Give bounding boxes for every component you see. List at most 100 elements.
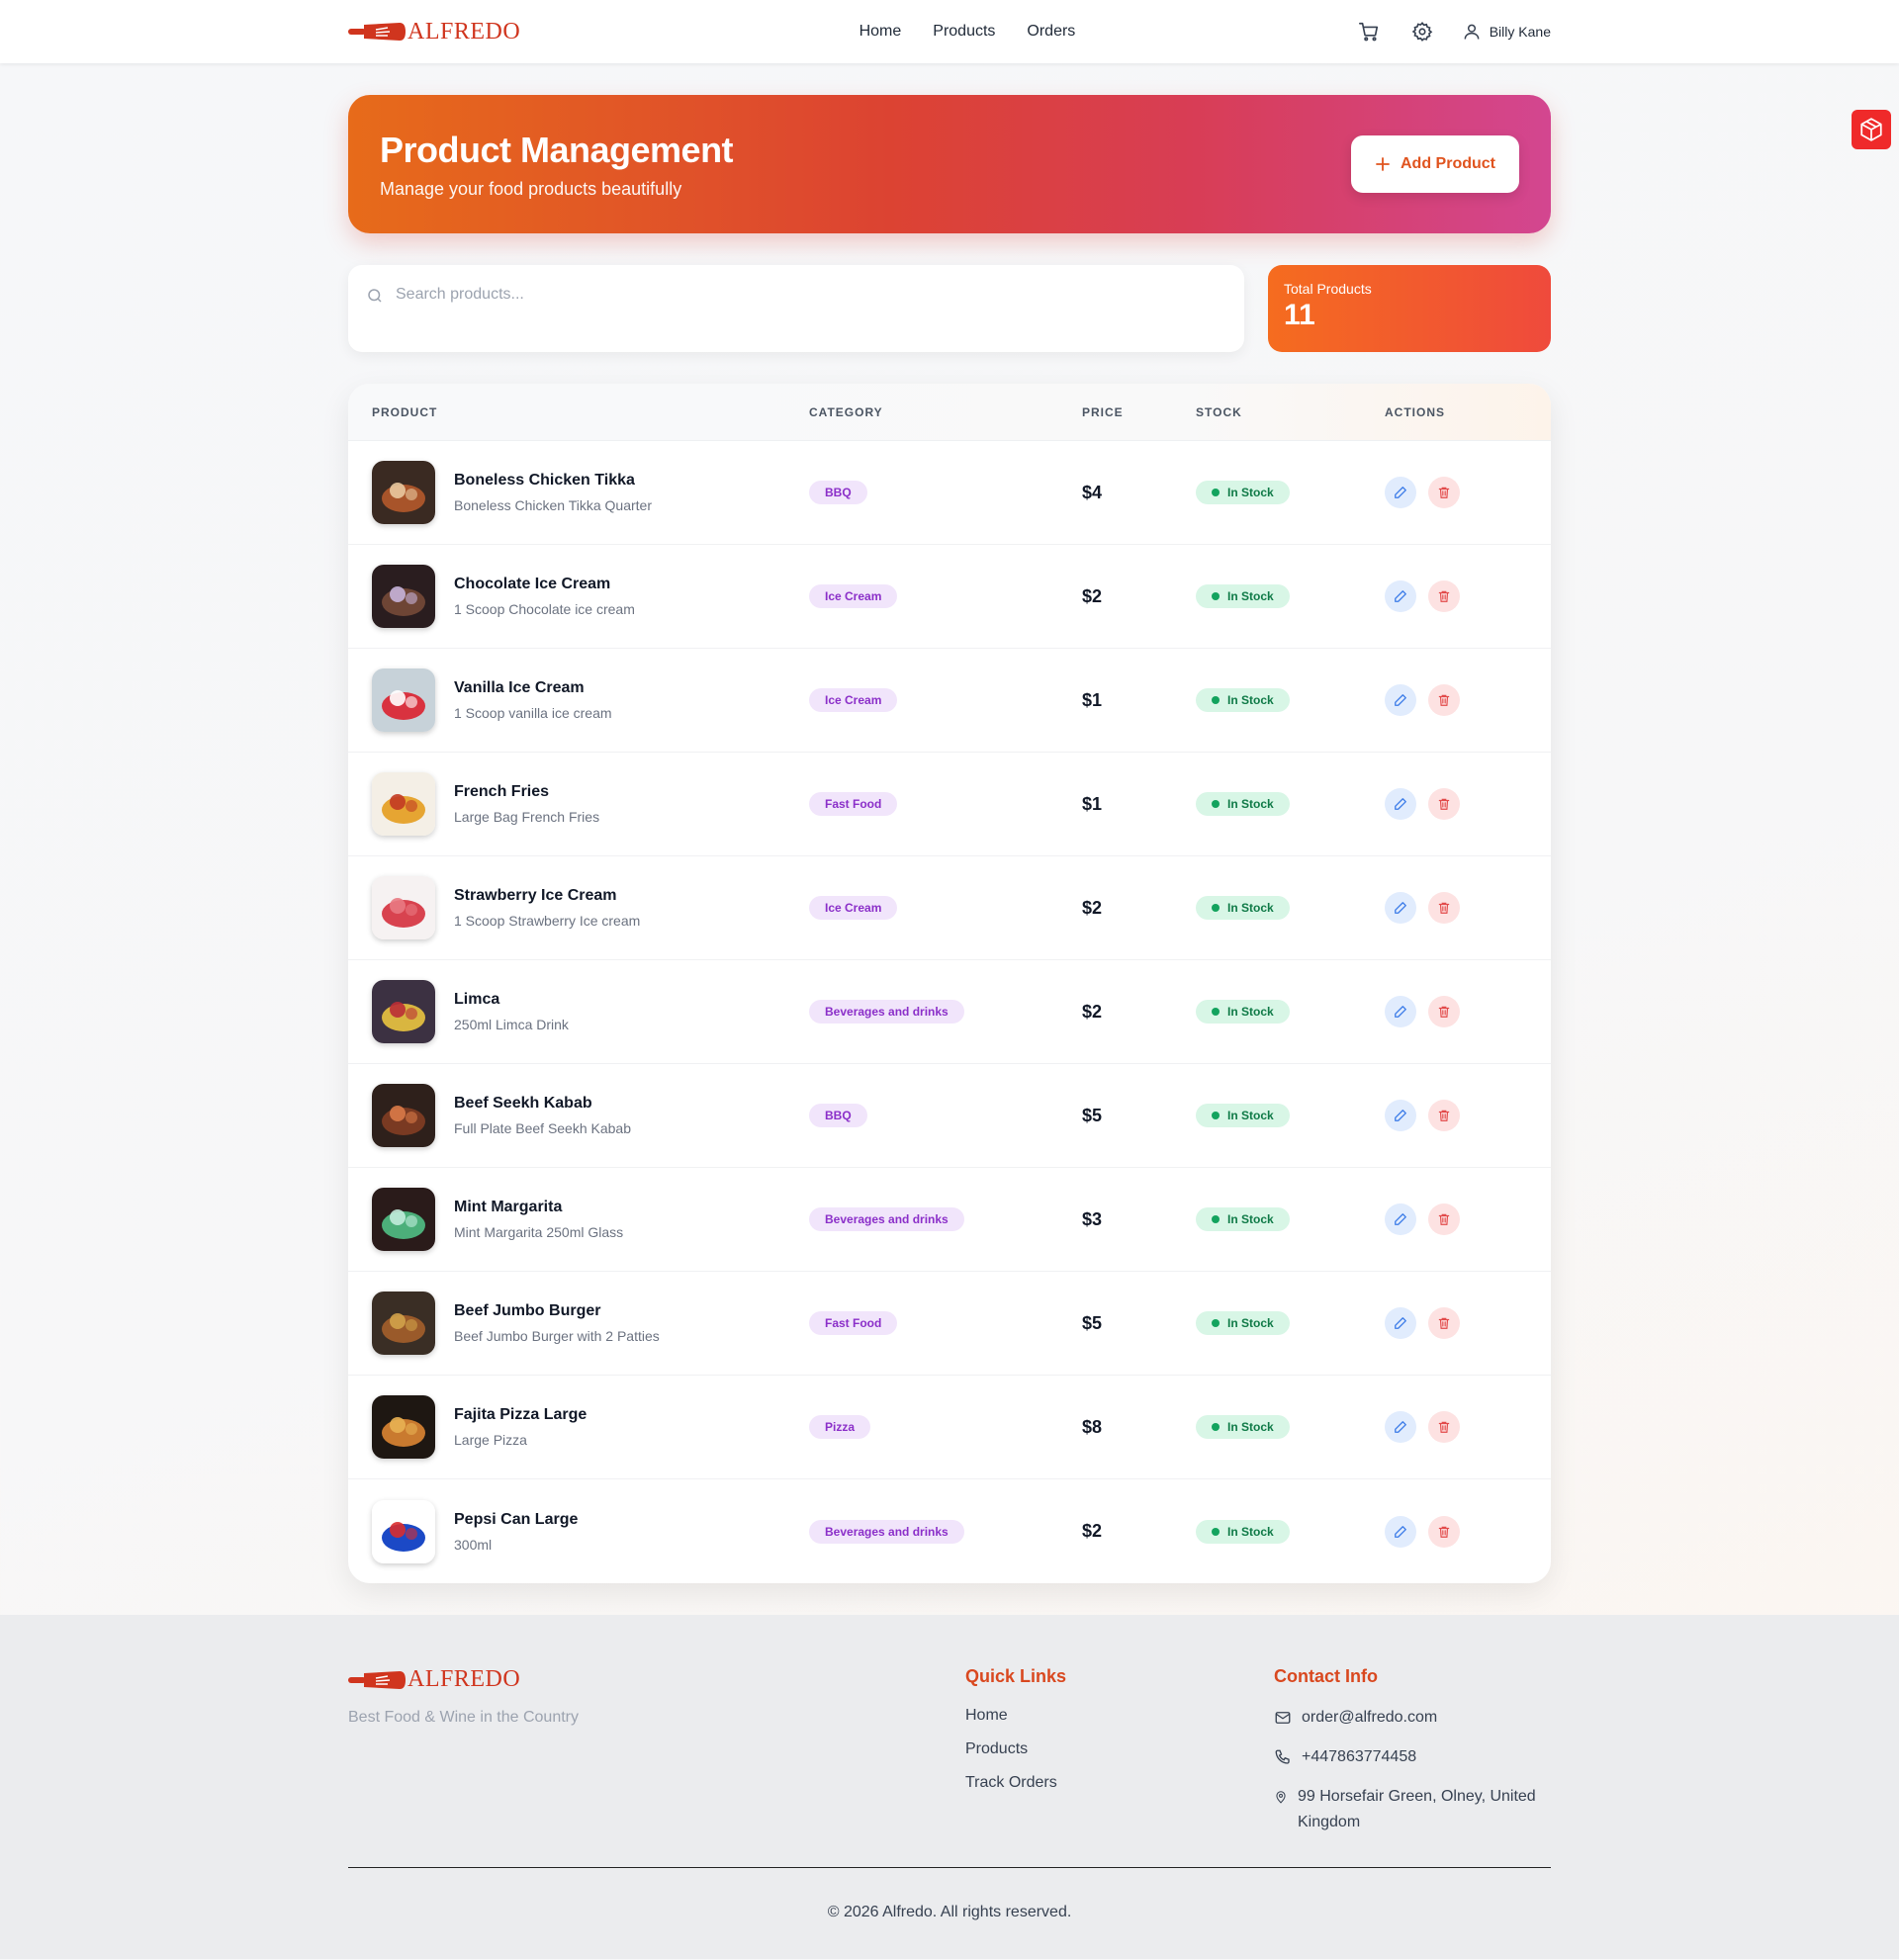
delete-button[interactable] (1428, 1515, 1460, 1548)
price-cell: $2 (1082, 898, 1196, 919)
product-thumbnail (372, 1499, 435, 1563)
product-price: $2 (1082, 1001, 1103, 1022)
brand-logo[interactable]: ALFREDO (348, 19, 520, 45)
product-price: $1 (1082, 689, 1103, 710)
contact-email[interactable]: order@alfredo.com (1274, 1705, 1551, 1731)
product-cell: Boneless Chicken Tikka Boneless Chicken … (348, 461, 809, 524)
product-thumbnail (372, 668, 435, 732)
stock-label: In Stock (1227, 1212, 1274, 1226)
product-name: Fajita Pizza Large (454, 1406, 588, 1423)
delete-button[interactable] (1428, 1307, 1460, 1339)
stock-dot (1212, 696, 1220, 704)
gear-icon[interactable] (1408, 18, 1436, 45)
stock-dot (1212, 489, 1220, 496)
delete-button[interactable] (1428, 788, 1460, 820)
delete-button[interactable] (1428, 1100, 1460, 1131)
edit-button[interactable] (1385, 1411, 1416, 1443)
search-icon (368, 289, 382, 303)
nav-products[interactable]: Products (933, 23, 995, 41)
nav-orders[interactable]: Orders (1027, 23, 1075, 41)
price-cell: $2 (1082, 1002, 1196, 1023)
table-row: Boneless Chicken Tikka Boneless Chicken … (348, 441, 1551, 545)
pencil-icon (1395, 590, 1406, 602)
footer-contact: Contact Info order@alfredo.com +44786377… (1274, 1666, 1551, 1835)
product-thumbnail (372, 1188, 435, 1251)
header-price[interactable]: PRICE (1082, 405, 1196, 419)
footer-tagline: Best Food & Wine in the Country (348, 1709, 579, 1726)
edit-button[interactable] (1385, 580, 1416, 612)
cart-icon[interactable] (1355, 18, 1383, 45)
product-description: 1 Scoop Chocolate ice cream (454, 601, 635, 617)
product-description: 300ml (454, 1536, 493, 1553)
footer-link-track-orders[interactable]: Track Orders (965, 1774, 1274, 1792)
stock-badge: In Stock (1196, 584, 1290, 608)
contact-address-text: 99 Horsefair Green, Olney, United Kingdo… (1298, 1788, 1536, 1830)
category-cell: Ice Cream (809, 584, 1082, 608)
stock-cell: In Stock (1196, 1000, 1385, 1024)
edit-button[interactable] (1385, 892, 1416, 924)
edit-button[interactable] (1385, 1203, 1416, 1235)
product-cell: Limca 250ml Limca Drink (348, 980, 809, 1043)
search-input[interactable] (396, 286, 1187, 304)
product-cell: Strawberry Ice Cream 1 Scoop Strawberry … (348, 876, 809, 939)
nav-home[interactable]: Home (859, 23, 902, 41)
footer-link-products[interactable]: Products (965, 1740, 1274, 1758)
floating-cube-button[interactable] (1852, 110, 1891, 149)
stock-label: In Stock (1227, 589, 1274, 603)
add-product-button[interactable]: Add Product (1351, 135, 1519, 193)
delete-button[interactable] (1428, 684, 1460, 716)
actions-cell (1385, 1100, 1551, 1131)
contact-email-text: order@alfredo.com (1302, 1709, 1438, 1726)
table-row: French Fries Large Bag French Fries Fast… (348, 753, 1551, 856)
user-menu[interactable]: Billy Kane (1462, 22, 1551, 42)
edit-button[interactable] (1385, 996, 1416, 1027)
footer-logo[interactable]: ALFREDO (348, 1666, 965, 1693)
product-cell: Beef Seekh Kabab Full Plate Beef Seekh K… (348, 1084, 809, 1147)
header-product[interactable]: PRODUCT (348, 405, 809, 419)
edit-button[interactable] (1385, 1307, 1416, 1339)
category-cell: Beverages and drinks (809, 1000, 1082, 1024)
price-cell: $5 (1082, 1106, 1196, 1126)
product-cell: Pepsi Can Large 300ml (348, 1499, 809, 1563)
contact-phone-text: +447863774458 (1302, 1748, 1417, 1765)
edit-button[interactable] (1385, 1515, 1416, 1548)
actions-cell (1385, 892, 1551, 924)
edit-button[interactable] (1385, 477, 1416, 508)
pencil-icon (1395, 487, 1406, 498)
header-category[interactable]: CATEGORY (809, 405, 1082, 419)
contact-phone[interactable]: +447863774458 (1274, 1744, 1551, 1770)
delete-button[interactable] (1428, 580, 1460, 612)
bottle-logo-icon (348, 1670, 406, 1689)
trash-icon (1438, 902, 1450, 914)
pencil-icon (1395, 1110, 1406, 1121)
trash-icon (1438, 1317, 1450, 1329)
user-name: Billy Kane (1489, 24, 1551, 40)
pencil-icon (1395, 1006, 1406, 1018)
product-price: $2 (1082, 585, 1103, 606)
category-badge: Beverages and drinks (809, 1000, 964, 1024)
delete-button[interactable] (1428, 892, 1460, 924)
footer-link-home[interactable]: Home (965, 1707, 1274, 1725)
product-description: Mint Margarita 250ml Glass (454, 1224, 624, 1240)
category-badge: Ice Cream (809, 896, 898, 920)
trash-icon (1438, 694, 1450, 706)
table-row: Mint Margarita Mint Margarita 250ml Glas… (348, 1168, 1551, 1272)
category-cell: Ice Cream (809, 896, 1082, 920)
delete-button[interactable] (1428, 1203, 1460, 1235)
header-stock[interactable]: STOCK (1196, 405, 1385, 419)
stock-label: In Stock (1227, 901, 1274, 915)
product-name: Pepsi Can Large (454, 1510, 579, 1528)
edit-button[interactable] (1385, 1100, 1416, 1131)
delete-button[interactable] (1428, 996, 1460, 1027)
delete-button[interactable] (1428, 1411, 1460, 1443)
edit-button[interactable] (1385, 788, 1416, 820)
actions-cell (1385, 684, 1551, 716)
edit-button[interactable] (1385, 684, 1416, 716)
delete-button[interactable] (1428, 477, 1460, 508)
price-cell: $2 (1082, 1521, 1196, 1542)
plus-icon (1376, 157, 1390, 171)
product-name: Beef Jumbo Burger (454, 1302, 601, 1319)
product-description: 1 Scoop Strawberry Ice cream (454, 913, 641, 929)
price-cell: $1 (1082, 794, 1196, 815)
stock-dot (1212, 1319, 1220, 1327)
